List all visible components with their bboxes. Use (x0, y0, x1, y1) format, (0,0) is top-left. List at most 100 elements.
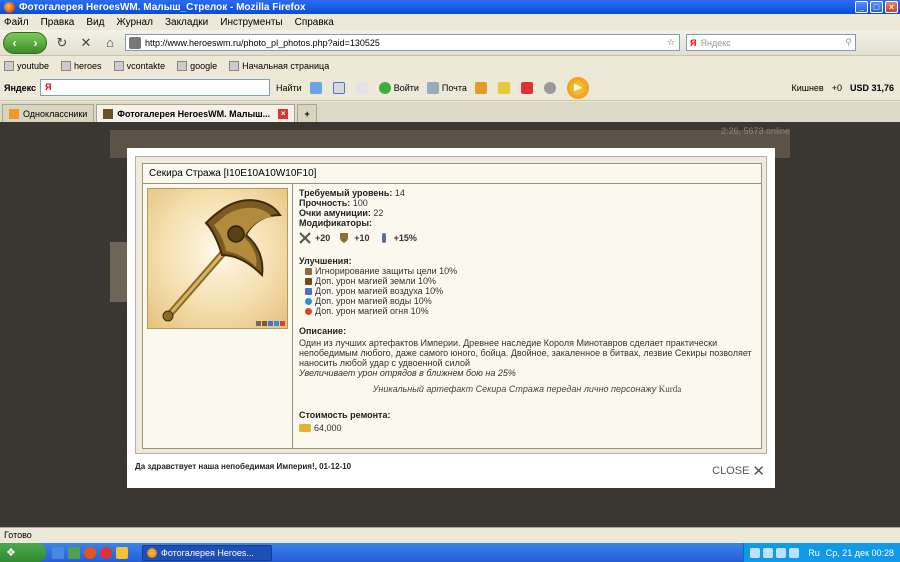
windows-taskbar: ❖ Фотогалерея Heroes... Ru Ср, 21 дек 00… (0, 543, 900, 562)
close-lightbox-button[interactable]: CLOSE ✕ (712, 462, 765, 480)
stop-icon[interactable]: ✕ (77, 34, 95, 52)
taskbar-firefox-window[interactable]: Фотогалерея Heroes... (142, 544, 272, 561)
money-icon[interactable] (474, 81, 490, 94)
menu-bookmarks[interactable]: Закладки (165, 17, 208, 28)
artifact-info: Требуемый уровень: 14 Прочность: 100 Очк… (293, 184, 761, 448)
window-titlebar: Фотогалерея HeroesWM. Малыш_Стрелок - Mo… (0, 0, 900, 14)
description-label: Описание: (299, 326, 347, 336)
translate-icon[interactable] (332, 81, 348, 94)
upgrade-earth: Доп. урон магией земли 10% (299, 276, 755, 286)
upgrade-ignore-defense: Игнорирование защиты цели 10% (299, 266, 755, 276)
online-counter: 2:26, 5673 online (720, 126, 790, 136)
menu-history[interactable]: Журнал (116, 17, 153, 28)
description-bonus: Увеличивает урон отрядов в ближнем бою н… (299, 368, 516, 378)
unique-artifact-note: Уникальный артефакт Секира Стража переда… (372, 384, 682, 394)
fire-magic-icon (305, 307, 312, 315)
tab-odnoklassniki[interactable]: Одноклассники (2, 104, 95, 122)
artifact-image-column (143, 184, 293, 448)
show-desktop-icon[interactable] (68, 546, 80, 559)
required-level-value: 14 (394, 188, 405, 198)
url-text[interactable]: http://www.heroeswm.ru/photo_pl_photos.p… (145, 38, 667, 48)
tray-icon[interactable] (789, 547, 800, 558)
heroes-icon (103, 108, 114, 119)
menu-tools[interactable]: Инструменты (220, 17, 282, 28)
language-indicator[interactable]: Ru (808, 548, 820, 558)
bookmark-heroes[interactable]: heroes (61, 60, 102, 71)
bookmark-icon (229, 60, 240, 71)
find-button[interactable]: Найти (276, 83, 302, 93)
earth-magic-icon (305, 277, 312, 285)
vial-icon (378, 232, 390, 244)
bookmark-icon (177, 60, 188, 71)
reload-icon[interactable]: ↻ (53, 34, 71, 52)
tab-close-icon[interactable]: × (278, 108, 289, 119)
clock: Ср, 21 дек 00:28 (825, 547, 894, 558)
start-button[interactable]: ❖ (0, 543, 46, 562)
bookmark-star-icon[interactable]: ☆ (667, 37, 679, 48)
apps-icon[interactable] (520, 81, 536, 94)
magnifier-icon[interactable]: ⚲ (845, 37, 852, 48)
back-arrow-icon[interactable]: ‹ (13, 36, 17, 50)
crossed-swords-icon (299, 232, 311, 244)
site-favicon-icon (129, 36, 141, 49)
karma-value: +0 (831, 82, 842, 93)
repair-cost: 64,000 (299, 423, 755, 433)
status-bar: Готово (0, 527, 900, 542)
search-placeholder[interactable]: Яндекс (700, 38, 845, 48)
user-name[interactable]: Кишнев (791, 83, 823, 93)
close-window-button[interactable]: × (885, 1, 898, 13)
folder-icon[interactable] (116, 546, 128, 559)
durability-row: Прочность: 100 (299, 198, 368, 208)
window-title: Фотогалерея HeroesWM. Малыш_Стрелок - Mo… (19, 1, 306, 13)
maximize-button[interactable]: □ (870, 1, 883, 13)
back-forward-buttons[interactable]: ‹ › (3, 31, 47, 54)
menu-edit[interactable]: Правка (41, 17, 75, 28)
ie-icon[interactable] (52, 546, 64, 559)
navigation-bar: ‹ › ↻ ✕ ⌂ http://www.heroeswm.ru/photo_p… (0, 30, 900, 56)
yandex-user-info: Кишнев +0 USD 31,76 (783, 83, 900, 93)
firefox-quick-icon[interactable] (84, 546, 96, 559)
repair-block: Стоимость ремонта: 64,000 (299, 410, 755, 433)
menu-file[interactable]: Файл (4, 17, 29, 28)
bookmark-google[interactable]: google (177, 60, 217, 71)
bookmarks-menu-icon[interactable] (355, 81, 371, 94)
address-bar[interactable]: http://www.heroeswm.ru/photo_pl_photos.p… (125, 34, 680, 51)
required-level-row: Требуемый уровень: 14 (299, 188, 405, 198)
search-box[interactable]: Я Яндекс ⚲ (686, 34, 856, 51)
menu-view[interactable]: Вид (86, 17, 104, 28)
bookmark-icon (113, 60, 124, 71)
favorites-icon[interactable] (497, 81, 513, 94)
game-sun-icon[interactable]: ▶ (566, 76, 589, 99)
tab-photogallery[interactable]: Фотогалерея HeroesWM. Малыш... × (96, 104, 296, 122)
menu-bar: Файл Правка Вид Журнал Закладки Инструме… (0, 14, 900, 30)
yandex-search-input[interactable]: Я (40, 79, 271, 96)
forward-arrow-icon[interactable]: › (34, 36, 38, 50)
bookmark-icon (4, 60, 14, 71)
menu-help[interactable]: Справка (295, 17, 334, 28)
firefox-task-icon (147, 547, 157, 558)
home-icon[interactable]: ⌂ (101, 34, 119, 52)
new-tab-button[interactable]: + (297, 104, 318, 122)
bookmark-vcontakte[interactable]: vcontakte (113, 60, 165, 71)
quick-launch (52, 546, 132, 559)
durability-value: 100 (352, 198, 368, 208)
login-button[interactable]: Войти (378, 81, 419, 94)
bookmark-youtube[interactable]: youtube (4, 60, 49, 71)
bookmark-icon (61, 60, 72, 71)
opera-icon[interactable] (100, 546, 112, 559)
tray-icon[interactable] (750, 547, 761, 558)
weather-icon[interactable] (309, 81, 325, 94)
axe-icon (162, 199, 282, 322)
yandex-logo: Яндекс (4, 82, 37, 93)
tray-icon[interactable] (776, 547, 787, 558)
yandex-search-icon: Я (690, 37, 697, 48)
settings-icon[interactable] (543, 81, 559, 94)
mail-button[interactable]: Почта (426, 81, 467, 94)
description-block: Описание: Один из лучших артефактов Импе… (299, 326, 755, 378)
close-x-icon[interactable]: ✕ (752, 462, 765, 480)
tray-icon[interactable] (763, 547, 774, 558)
odnoklassniki-icon (9, 108, 19, 119)
minimize-button[interactable]: _ (855, 1, 868, 13)
bookmark-start-page[interactable]: Начальная страница (229, 60, 329, 71)
upgrades-list: Игнорирование защиты цели 10% Доп. урон … (299, 266, 755, 316)
